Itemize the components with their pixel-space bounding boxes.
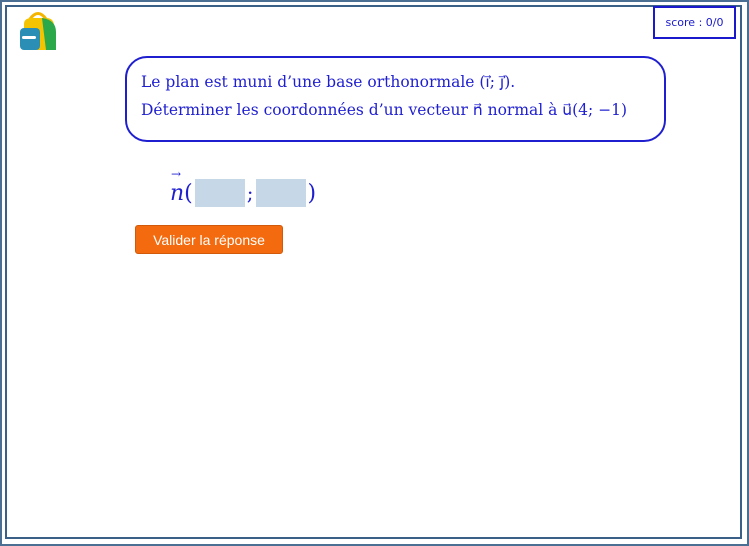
- validate-answer-button[interactable]: Valider la réponse: [135, 225, 283, 254]
- y-coordinate-input[interactable]: [255, 179, 306, 207]
- question-line-2: Déterminer les coordonnées d’un vecteur …: [141, 101, 628, 119]
- question-box: Le plan est muni d’une base orthonormale…: [125, 56, 666, 142]
- score-badge: score : 0/0: [653, 6, 736, 39]
- vector-n-label: n: [170, 167, 184, 206]
- answer-row: n ( ; ): [170, 167, 317, 210]
- x-coordinate-input[interactable]: [194, 179, 245, 207]
- backpack-icon: [20, 12, 56, 50]
- open-paren: (: [184, 180, 193, 206]
- close-paren: ): [307, 180, 317, 206]
- coordinate-separator: ;: [246, 181, 254, 205]
- question-line-1: Le plan est muni d’une base orthonormale…: [141, 73, 516, 91]
